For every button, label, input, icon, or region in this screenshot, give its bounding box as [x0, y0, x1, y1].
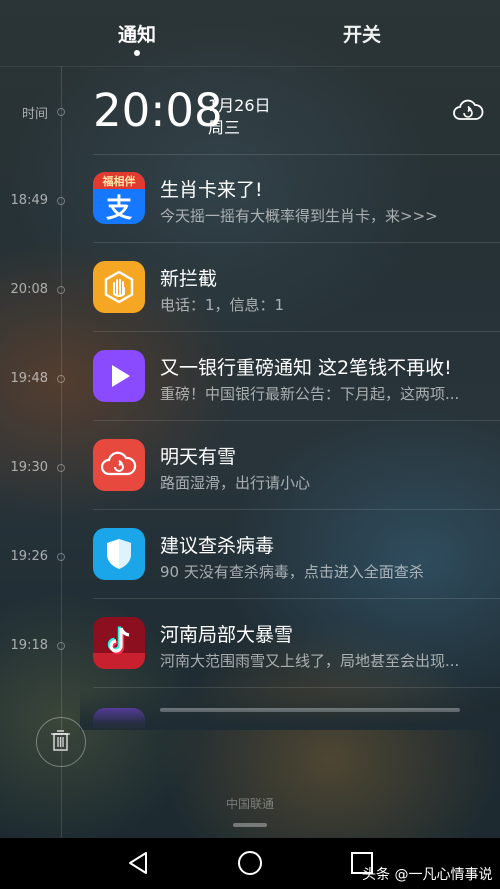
timeline-dot [57, 375, 65, 383]
home-circle-icon [238, 851, 262, 875]
tab-bar: 通知 开关 [0, 0, 500, 67]
time-label: 时间 [21, 107, 48, 122]
divider [93, 331, 500, 332]
back-button[interactable] [124, 848, 154, 878]
timeline-dot [57, 197, 65, 205]
weather-cloud-icon [93, 439, 145, 491]
notification-body: 路面湿滑，出行请小心 [160, 474, 311, 492]
timeline-dot [57, 108, 65, 116]
notification-time: 18:49 [10, 193, 48, 208]
notification-time: 19:18 [10, 638, 48, 653]
notification-body: 90 天没有查杀病毒，点击进入全面查杀 [160, 563, 424, 581]
timeline-dot [57, 642, 65, 650]
tab-notifications[interactable]: 通知 [102, 20, 172, 47]
notification-body: 重磅！中国银行最新公告：下月起，这两项... [160, 385, 460, 403]
notification-title: 河南局部大暴雪 [160, 624, 294, 646]
notification-title: 又一银行重磅通知 这2笔钱不再收! [160, 357, 452, 379]
alipay-icon: 福相伴支 [93, 172, 145, 224]
notification-title: 建议查杀病毒 [160, 535, 275, 557]
clear-all-button[interactable] [36, 717, 86, 767]
active-tab-indicator [134, 50, 140, 56]
notification-time: 19:30 [10, 460, 48, 475]
video-play-icon [93, 350, 145, 402]
back-triangle-icon [129, 852, 147, 874]
date: 1月26日 [208, 96, 271, 115]
notification-item[interactable]: 河南局部大暴雪河南大范围雨雪又上线了，局地甚至会出现... [93, 600, 500, 688]
divider [93, 420, 500, 421]
cloud-refresh-icon [453, 99, 484, 120]
douyin-icon [93, 617, 145, 669]
notification-time: 20:08 [10, 282, 48, 297]
notification-body: 河南大范围雨雪又上线了，局地甚至会出现... [160, 652, 460, 670]
notification-item[interactable]: 新拦截电话：1，信息：1 [93, 244, 500, 332]
carrier-name: 中国联通 [225, 797, 274, 811]
security-shield-icon [93, 528, 145, 580]
notification-title: 新拦截 [160, 268, 218, 290]
fade-overlay [80, 690, 500, 730]
notification-time: 19:26 [10, 549, 48, 564]
home-button[interactable] [235, 848, 265, 878]
notification-title: 明天有雪 [160, 446, 237, 468]
weekday: 周三 [208, 118, 241, 137]
notification-item[interactable]: 又一银行重磅通知 这2笔钱不再收! 重磅！中国银行最新公告：下月起，这两项... [93, 333, 500, 421]
notification-title: 生肖卡来了! [160, 179, 263, 201]
divider [93, 242, 500, 243]
timeline-dot [57, 286, 65, 294]
drag-handle[interactable] [233, 823, 267, 827]
watermark: 头条 @一凡心情事说 [362, 867, 493, 883]
timeline-dot [57, 464, 65, 472]
notification-item[interactable]: 福相伴支生肖卡来了! 今天摇一摇有大概率得到生肖卡，来>>> [93, 155, 500, 243]
divider [93, 687, 500, 688]
notification-time: 19:48 [10, 371, 48, 386]
trash-icon [51, 730, 70, 751]
notification-body: 电话：1，信息：1 [160, 296, 285, 314]
timeline-dot [57, 553, 65, 561]
clock: 20:08 [93, 84, 223, 137]
divider [93, 509, 500, 510]
tab-switches[interactable]: 开关 [327, 20, 397, 47]
notification-item[interactable]: 明天有雪路面湿滑，出行请小心 [93, 422, 500, 510]
notification-item[interactable]: 建议查杀病毒 90 天没有查杀病毒，点击进入全面查杀 [93, 511, 500, 599]
notification-body: 今天摇一摇有大概率得到生肖卡，来>>> [160, 207, 438, 225]
alipay-char: 支 [106, 194, 132, 224]
divider [93, 598, 500, 599]
weather-refresh-button[interactable] [452, 97, 484, 125]
hand-block-icon [93, 261, 145, 313]
alipay-badge-text: 福相伴 [102, 174, 136, 188]
